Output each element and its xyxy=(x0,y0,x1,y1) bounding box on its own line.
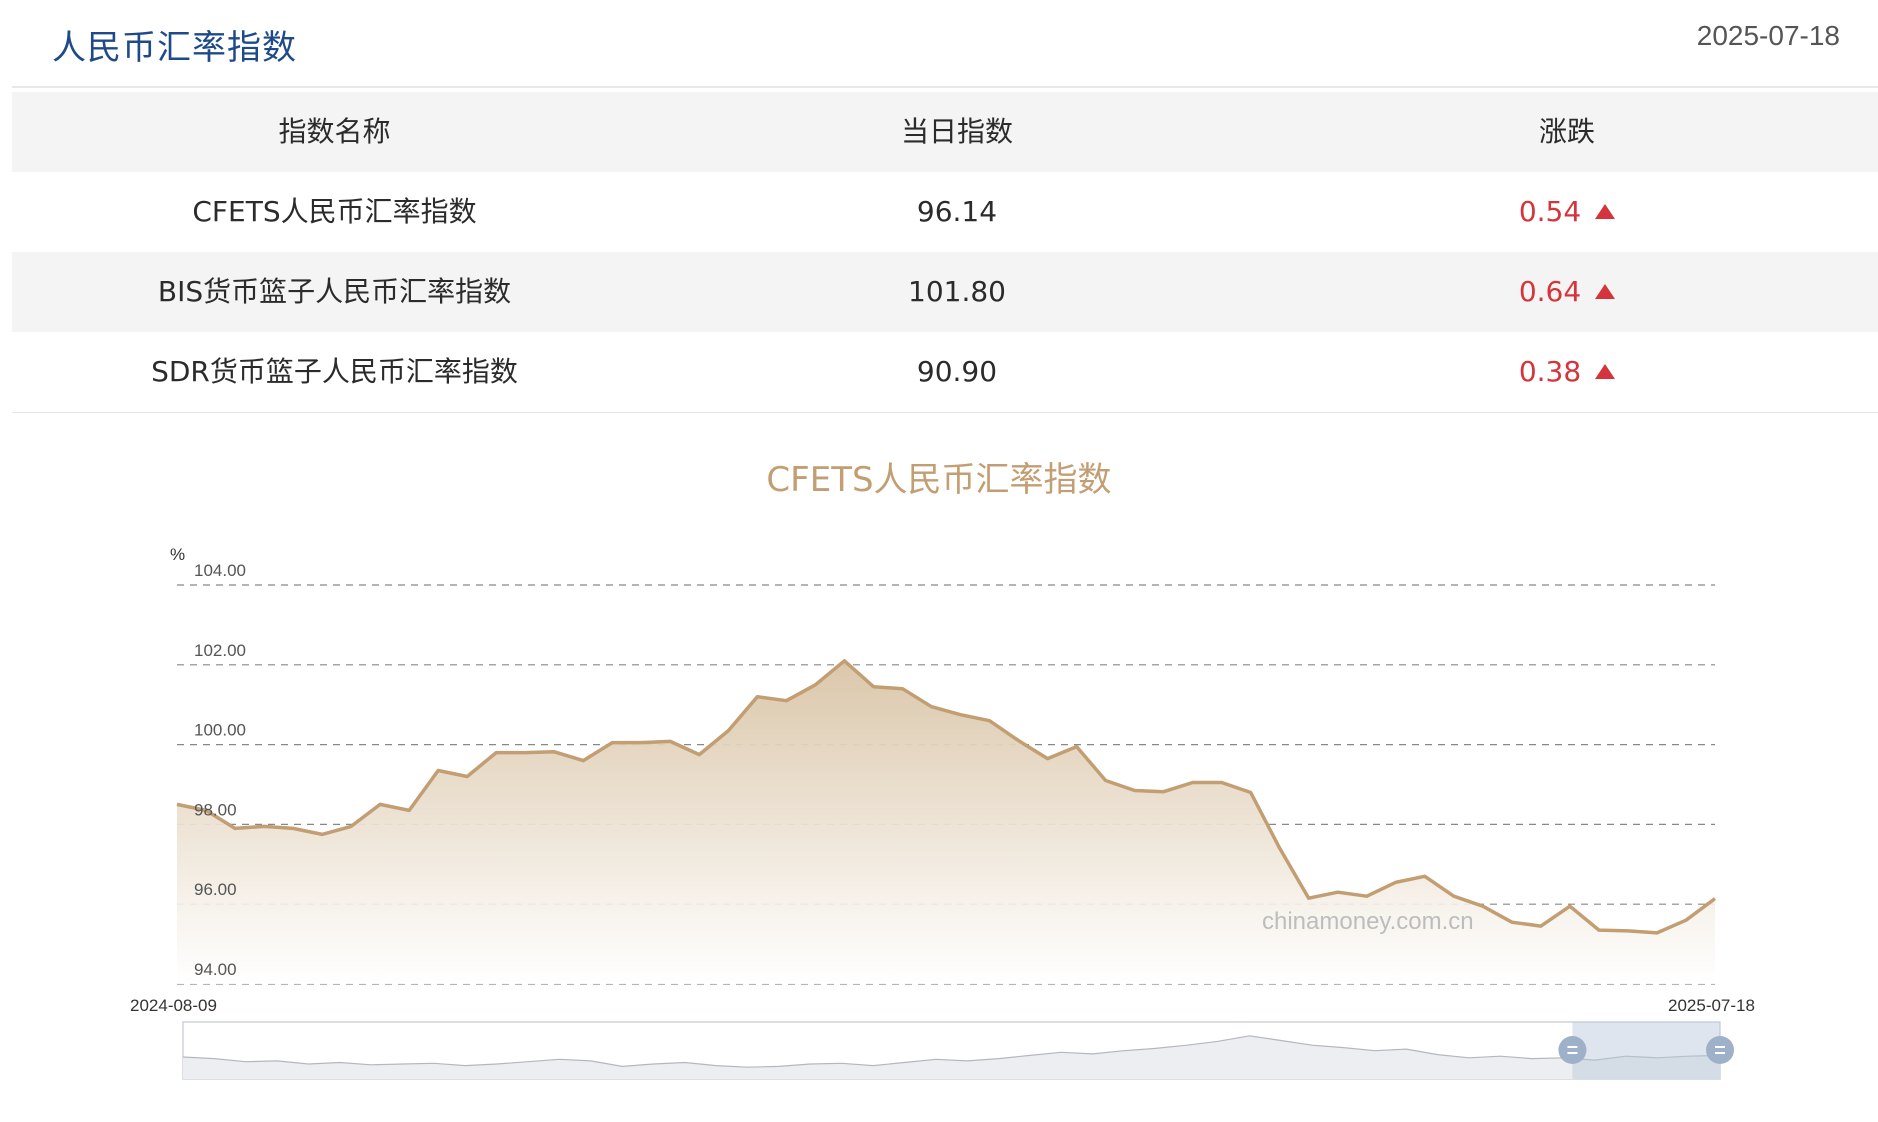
header-divider xyxy=(12,86,1878,88)
page-title: 人民币汇率指数 xyxy=(52,28,297,68)
data-zoom-slider[interactable] xyxy=(182,1021,1734,1080)
index-name: BIS货币篮子人民币汇率指数 xyxy=(157,275,512,308)
page-header: 人民币汇率指数 2025-07-18 xyxy=(0,0,1878,88)
index-change-cell: 0.64 xyxy=(1257,252,1877,332)
x-axis-end-label: 2025-07-18 xyxy=(1668,996,1755,1015)
index-value: 90.90 xyxy=(916,355,998,388)
y-tick-label: 104.00 xyxy=(194,561,246,580)
y-tick-label: 96.00 xyxy=(194,880,237,899)
y-tick-label: 94.00 xyxy=(194,960,237,979)
y-tick-label: 98.00 xyxy=(194,800,237,819)
x-axis-start-label: 2024-08-09 xyxy=(130,996,217,1015)
index-name: SDR货币篮子人民币汇率指数 xyxy=(151,355,518,388)
index-change: 0.38 xyxy=(1518,355,1582,388)
zoom-handle-icon xyxy=(1706,1036,1734,1064)
index-table: 指数名称 当日指数 涨跌 CFETS人民币汇率指数 96.14 0.54 BIS… xyxy=(12,92,1878,413)
index-name: CFETS人民币汇率指数 xyxy=(192,195,477,228)
index-change-cell: 0.38 xyxy=(1257,332,1877,412)
overview-window xyxy=(1572,1022,1720,1079)
y-tick-label: 100.00 xyxy=(194,721,246,740)
area-layer xyxy=(176,659,1717,984)
index-change: 0.64 xyxy=(1518,275,1582,308)
index-change-cell: 0.54 xyxy=(1257,172,1877,252)
column-header-name: 指数名称 xyxy=(278,115,391,148)
column-header-value: 当日指数 xyxy=(900,115,1013,148)
zoom-handle-right[interactable] xyxy=(1706,1036,1734,1064)
zoom-handle-icon xyxy=(1558,1036,1587,1064)
cfets-chart: % 94.00 96.00 98.00 100.00 102.00 104.00 chin… xyxy=(130,545,1755,1080)
y-tick-label: 102.00 xyxy=(194,641,246,660)
y-axis-unit: % xyxy=(170,545,185,564)
zoom-handle-left[interactable] xyxy=(1558,1036,1587,1064)
column-header-change: 涨跌 xyxy=(1538,115,1595,148)
index-value: 96.14 xyxy=(916,195,998,228)
table-header-row: 指数名称 当日指数 涨跌 xyxy=(12,92,1878,172)
table-row: CFETS人民币汇率指数 96.14 0.54 xyxy=(12,172,1878,252)
index-value: 101.80 xyxy=(908,275,1006,308)
table-row: BIS货币篮子人民币汇率指数 101.80 0.64 xyxy=(12,252,1878,332)
up-arrow-icon xyxy=(1595,204,1616,219)
up-arrow-icon xyxy=(1595,364,1616,379)
index-change: 0.54 xyxy=(1518,195,1582,228)
chart-watermark: chinamoney.com.cn xyxy=(1262,908,1474,935)
page-date: 2025-07-18 xyxy=(1696,20,1840,51)
chart-title: CFETS人民币汇率指数 xyxy=(766,460,1112,500)
table-row: SDR货币篮子人民币汇率指数 90.90 0.38 xyxy=(12,332,1878,413)
up-arrow-icon xyxy=(1595,284,1616,299)
